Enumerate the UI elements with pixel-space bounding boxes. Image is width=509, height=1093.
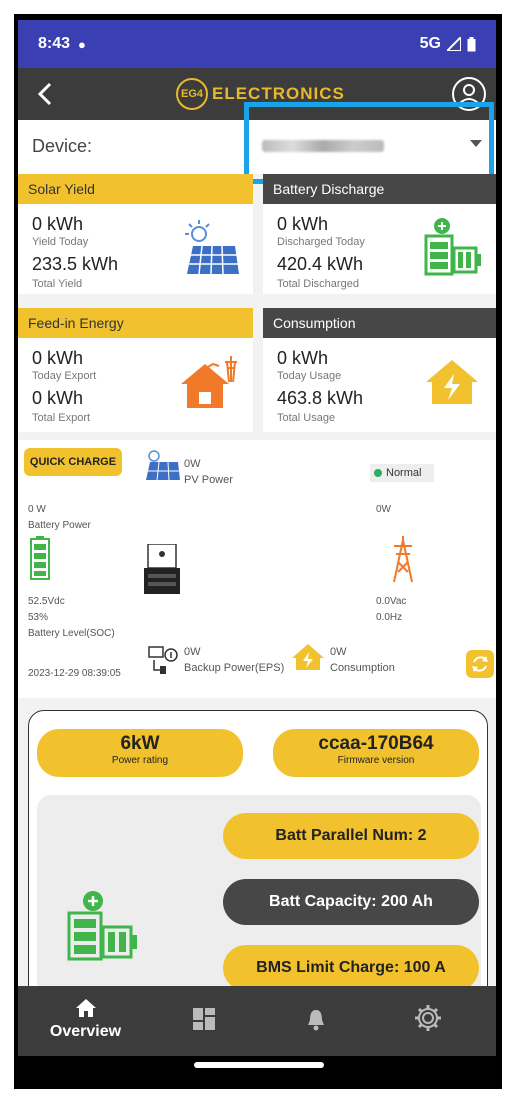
- discharged-today-value: 0 kWh: [277, 214, 329, 234]
- firmware-pill: ccaa-170B64 Firmware version: [273, 729, 479, 777]
- app-screen: 8:43 ● 5G EG4 ELECTRONICS Device: Solar …: [18, 20, 496, 1065]
- status-badge: Normal: [370, 464, 434, 482]
- consumption-power-value: 0W: [330, 646, 347, 658]
- nav-overview[interactable]: Overview: [26, 986, 145, 1056]
- pv-power-label: PV Power: [184, 474, 233, 486]
- battery-pack-icon: [67, 891, 137, 961]
- total-discharged-value: 420.4 kWh: [277, 254, 364, 274]
- inverter-icon: [144, 544, 180, 594]
- battery-soc: 53%: [28, 612, 49, 623]
- refresh-icon[interactable]: [466, 650, 494, 678]
- today-export-label: Today Export: [32, 370, 97, 382]
- power-rating-value: 6kW: [120, 733, 160, 754]
- battery-discharge-card[interactable]: Battery Discharge 0 kWh Discharged Today…: [263, 174, 496, 294]
- device-info-panel: 6kW Power rating ccaa-170B64 Firmware ve…: [28, 710, 488, 1030]
- bottom-navigation: Overview: [18, 986, 496, 1056]
- consumption-card[interactable]: Consumption 0 kWh Today Usage 463.8 kWh …: [263, 308, 496, 432]
- logo-badge: EG4: [176, 78, 208, 110]
- total-export-label: Total Export: [32, 412, 91, 424]
- energy-flow-panel: QUICK CHARGE 0W PV Power Normal 0 W Batt…: [18, 440, 496, 698]
- home-icon: [75, 999, 96, 1017]
- total-usage-label: Total Usage: [277, 412, 336, 424]
- status-text: Normal: [386, 467, 422, 479]
- nav-dashboard[interactable]: [144, 986, 263, 1056]
- nav-notifications[interactable]: [256, 986, 375, 1056]
- yield-today-value: 0 kWh: [32, 214, 84, 234]
- dashboard-icon: [192, 1008, 215, 1030]
- status-dot: [374, 469, 382, 477]
- home-indicator[interactable]: [194, 1062, 324, 1068]
- nav-settings[interactable]: [368, 986, 487, 1056]
- total-export-value: 0 kWh: [32, 388, 84, 408]
- consumption-power-label: Consumption: [330, 662, 395, 674]
- today-usage-label: Today Usage: [277, 370, 342, 382]
- chat-icon: ●: [78, 36, 86, 52]
- total-yield-value: 233.5 kWh: [32, 254, 119, 274]
- house-grid-icon: [181, 356, 237, 408]
- total-discharged-label: Total Discharged: [277, 278, 359, 290]
- grid-frequency: 0.0Hz: [376, 612, 403, 623]
- batt-capacity: Batt Capacity: 200 Ah: [223, 879, 479, 925]
- firmware-label: Firmware version: [337, 755, 415, 766]
- battery-discharge-icon: [424, 218, 481, 276]
- consumption-house-icon: [292, 644, 324, 670]
- feed-in-title: Feed-in Energy: [18, 308, 253, 338]
- grid-voltage: 0.0Vac: [376, 596, 407, 607]
- battery-power-label: Battery Power: [28, 520, 91, 531]
- bms-limit-charge: BMS Limit Charge: 100 A: [223, 945, 479, 991]
- status-right: 5G: [420, 35, 476, 53]
- pv-panel-icon: [146, 450, 180, 481]
- battery-voltage: 52.5Vdc: [28, 596, 65, 607]
- battery-icon: [467, 36, 476, 51]
- eps-power-value: 0W: [184, 646, 201, 658]
- grid-tower-icon: [393, 536, 413, 583]
- backup-plug-icon: [148, 646, 178, 674]
- total-yield-label: Total Yield: [32, 278, 83, 290]
- feed-in-card[interactable]: Feed-in Energy 0 kWh Today Export 0 kWh …: [18, 308, 253, 432]
- network-label: 5G: [419, 35, 441, 52]
- nav-overview-label: Overview: [49, 1023, 122, 1040]
- device-label: Device:: [32, 136, 93, 156]
- quick-charge-button[interactable]: QUICK CHARGE: [24, 448, 122, 476]
- battery-level-label: Battery Level(SOC): [28, 628, 115, 639]
- signal-icon: [447, 37, 461, 51]
- today-usage-value: 0 kWh: [277, 348, 329, 368]
- battery-discharge-title: Battery Discharge: [263, 174, 496, 204]
- battery-level-icon: [30, 536, 50, 580]
- pv-power-value: 0W: [184, 458, 201, 470]
- solar-yield-card[interactable]: Solar Yield 0 kWh Yield Today 233.5 kWh …: [18, 174, 253, 294]
- logo-text: ELECTRONICS: [212, 84, 345, 103]
- phone-frame: 8:43 ● 5G EG4 ELECTRONICS Device: Solar …: [14, 14, 502, 1089]
- discharged-today-label: Discharged Today: [277, 236, 365, 248]
- eps-power-label: Backup Power(EPS): [184, 662, 285, 674]
- firmware-value: ccaa-170B64: [318, 733, 434, 754]
- consumption-title: Consumption: [263, 308, 496, 338]
- solar-panel-icon: [185, 220, 239, 275]
- battery-power-value: 0 W: [28, 504, 46, 515]
- last-update-timestamp: 2023-12-29 08:39:05: [28, 668, 121, 679]
- today-export-value: 0 kWh: [32, 348, 84, 368]
- back-button[interactable]: [32, 80, 60, 108]
- bell-icon: [307, 1010, 324, 1031]
- yield-today-label: Yield Today: [32, 236, 89, 248]
- power-rating-label: Power rating: [111, 755, 169, 766]
- chevron-left-icon: [37, 82, 52, 106]
- highlight-box: [244, 102, 494, 184]
- solar-yield-title: Solar Yield: [18, 174, 253, 204]
- batt-parallel-num: Batt Parallel Num: 2: [223, 813, 479, 859]
- status-time: 8:43: [38, 35, 71, 52]
- power-rating-pill: 6kW Power rating: [37, 729, 243, 777]
- status-bar: 8:43 ● 5G: [18, 20, 496, 68]
- grid-power-value: 0W: [376, 504, 391, 515]
- total-usage-value: 463.8 kWh: [277, 388, 364, 408]
- gear-icon: [414, 1005, 441, 1031]
- house-lightning-icon: [426, 360, 478, 404]
